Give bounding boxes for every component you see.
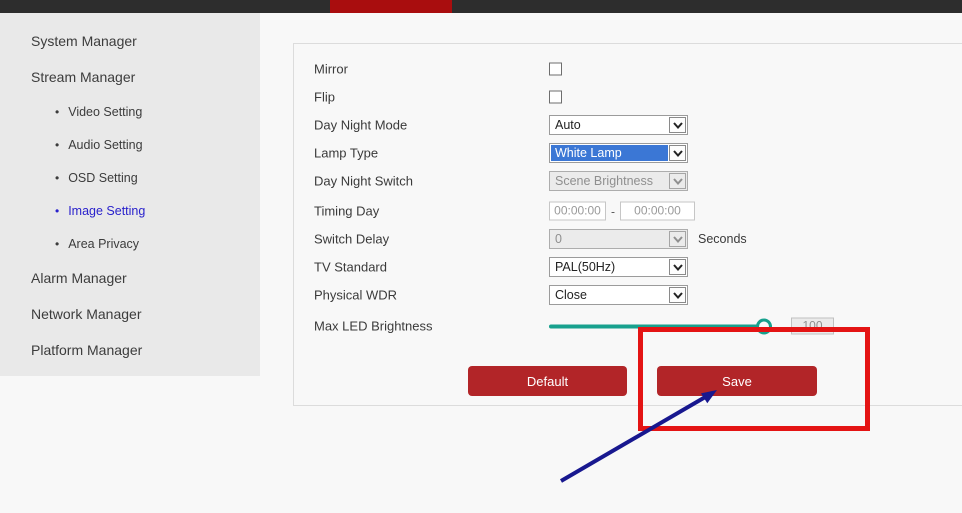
sidebar-item-image-setting[interactable]: • Image Setting xyxy=(55,203,145,219)
chevron-down-icon[interactable] xyxy=(669,117,686,133)
sidebar: System Manager Stream Manager • Video Set… xyxy=(0,13,260,376)
image-setting-panel: Mirror Flip Day Night Mode Auto Lamp Typ… xyxy=(293,43,962,406)
default-button[interactable]: Default xyxy=(468,366,627,396)
timing-day-start-input[interactable]: 00:00:00 xyxy=(549,202,606,221)
sidebar-item-system-manager[interactable]: System Manager xyxy=(31,33,137,49)
sidebar-item-video-setting[interactable]: • Video Setting xyxy=(55,104,142,120)
sidebar-item-osd-setting[interactable]: • OSD Setting xyxy=(55,170,138,186)
physical-wdr-select[interactable]: Close xyxy=(549,285,688,305)
max-led-brightness-slider[interactable] xyxy=(549,324,772,328)
top-bar xyxy=(0,0,962,13)
lamp-type-select[interactable]: White Lamp xyxy=(549,143,688,163)
tv-standard-label: TV Standard xyxy=(314,260,387,275)
form-row-day-night-switch: Day Night Switch Scene Brightness xyxy=(294,167,962,195)
sidebar-item-label: OSD Setting xyxy=(68,171,137,185)
select-value: PAL(50Hz) xyxy=(551,259,668,275)
bullet-icon: • xyxy=(55,236,59,252)
day-night-mode-label: Day Night Mode xyxy=(314,118,407,133)
button-row: Default Save xyxy=(294,366,962,396)
seconds-suffix-label: Seconds xyxy=(698,232,747,246)
physical-wdr-label: Physical WDR xyxy=(314,288,397,303)
chevron-down-icon[interactable] xyxy=(669,287,686,303)
chevron-down-icon xyxy=(669,231,686,247)
max-led-brightness-value: 100 xyxy=(791,318,834,335)
chevron-down-icon[interactable] xyxy=(669,259,686,275)
form-row-switch-delay: Switch Delay 0 Seconds xyxy=(294,225,962,253)
flip-checkbox[interactable] xyxy=(549,91,562,104)
bullet-icon: • xyxy=(55,170,59,186)
tv-standard-select[interactable]: PAL(50Hz) xyxy=(549,257,688,277)
form-row-flip: Flip xyxy=(294,83,962,111)
mirror-label: Mirror xyxy=(314,62,348,77)
max-led-brightness-label: Max LED Brightness xyxy=(314,319,433,334)
save-button[interactable]: Save xyxy=(657,366,817,396)
form-row-max-led-brightness: Max LED Brightness 100 xyxy=(294,312,962,340)
select-value: Close xyxy=(551,287,668,303)
select-value: Auto xyxy=(551,117,668,133)
switch-delay-label: Switch Delay xyxy=(314,232,389,247)
form-row-lamp-type: Lamp Type White Lamp xyxy=(294,139,962,167)
bullet-icon: • xyxy=(55,203,59,219)
form-row-physical-wdr: Physical WDR Close xyxy=(294,281,962,309)
form-row-mirror: Mirror xyxy=(294,55,962,83)
sidebar-item-alarm-manager[interactable]: Alarm Manager xyxy=(31,270,127,286)
bullet-icon: • xyxy=(55,137,59,153)
select-value: Scene Brightness xyxy=(551,173,668,189)
sidebar-item-label: Audio Setting xyxy=(68,138,142,152)
sidebar-item-stream-manager[interactable]: Stream Manager xyxy=(31,69,135,85)
form-row-tv-standard: TV Standard PAL(50Hz) xyxy=(294,253,962,281)
day-night-mode-select[interactable]: Auto xyxy=(549,115,688,135)
mirror-checkbox[interactable] xyxy=(549,63,562,76)
sidebar-item-area-privacy[interactable]: • Area Privacy xyxy=(55,236,139,252)
sidebar-item-label: Video Setting xyxy=(68,105,142,119)
sidebar-item-audio-setting[interactable]: • Audio Setting xyxy=(55,137,143,153)
timing-day-end-input[interactable]: 00:00:00 xyxy=(620,202,695,221)
sidebar-item-platform-manager[interactable]: Platform Manager xyxy=(31,342,142,358)
chevron-down-icon xyxy=(669,173,686,189)
flip-label: Flip xyxy=(314,90,335,105)
switch-delay-select: 0 xyxy=(549,229,688,249)
sidebar-item-label: Image Setting xyxy=(68,204,145,218)
sidebar-item-label: Area Privacy xyxy=(68,237,139,251)
form-row-day-night-mode: Day Night Mode Auto xyxy=(294,111,962,139)
timing-day-label: Timing Day xyxy=(314,204,379,219)
bullet-icon: • xyxy=(55,104,59,120)
sidebar-item-network-manager[interactable]: Network Manager xyxy=(31,306,142,322)
select-value: White Lamp xyxy=(551,145,668,161)
time-range-separator: - xyxy=(611,204,615,218)
chevron-down-icon[interactable] xyxy=(669,145,686,161)
day-night-switch-select: Scene Brightness xyxy=(549,171,688,191)
lamp-type-label: Lamp Type xyxy=(314,146,378,161)
slider-thumb[interactable] xyxy=(756,318,772,334)
form-row-timing-day: Timing Day 00:00:00 - 00:00:00 xyxy=(294,197,962,225)
select-value: 0 xyxy=(551,231,668,247)
top-bar-accent xyxy=(330,0,452,13)
day-night-switch-label: Day Night Switch xyxy=(314,174,413,189)
